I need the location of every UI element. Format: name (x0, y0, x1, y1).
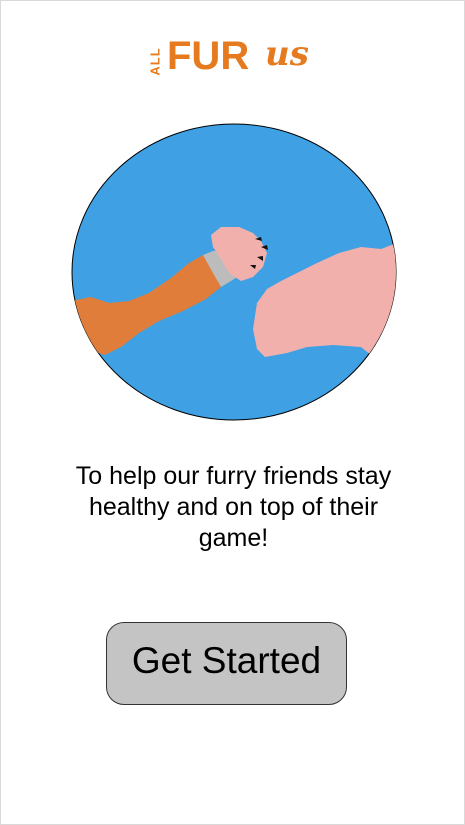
logo-all-text: ALL (147, 47, 163, 76)
arm-wrestling-illustration (71, 123, 397, 421)
get-started-label: Get Started (131, 639, 322, 681)
get-started-button[interactable]: Get Started (106, 622, 347, 705)
welcome-screen: ALL FUR us To help our furry friends sta… (0, 0, 465, 825)
app-logo: ALL FUR us (147, 36, 315, 83)
logo-us-text: us (265, 34, 309, 74)
tagline-text: To help our furry friends stay healthy a… (75, 462, 392, 552)
logo-fur-text: FUR (167, 34, 250, 78)
